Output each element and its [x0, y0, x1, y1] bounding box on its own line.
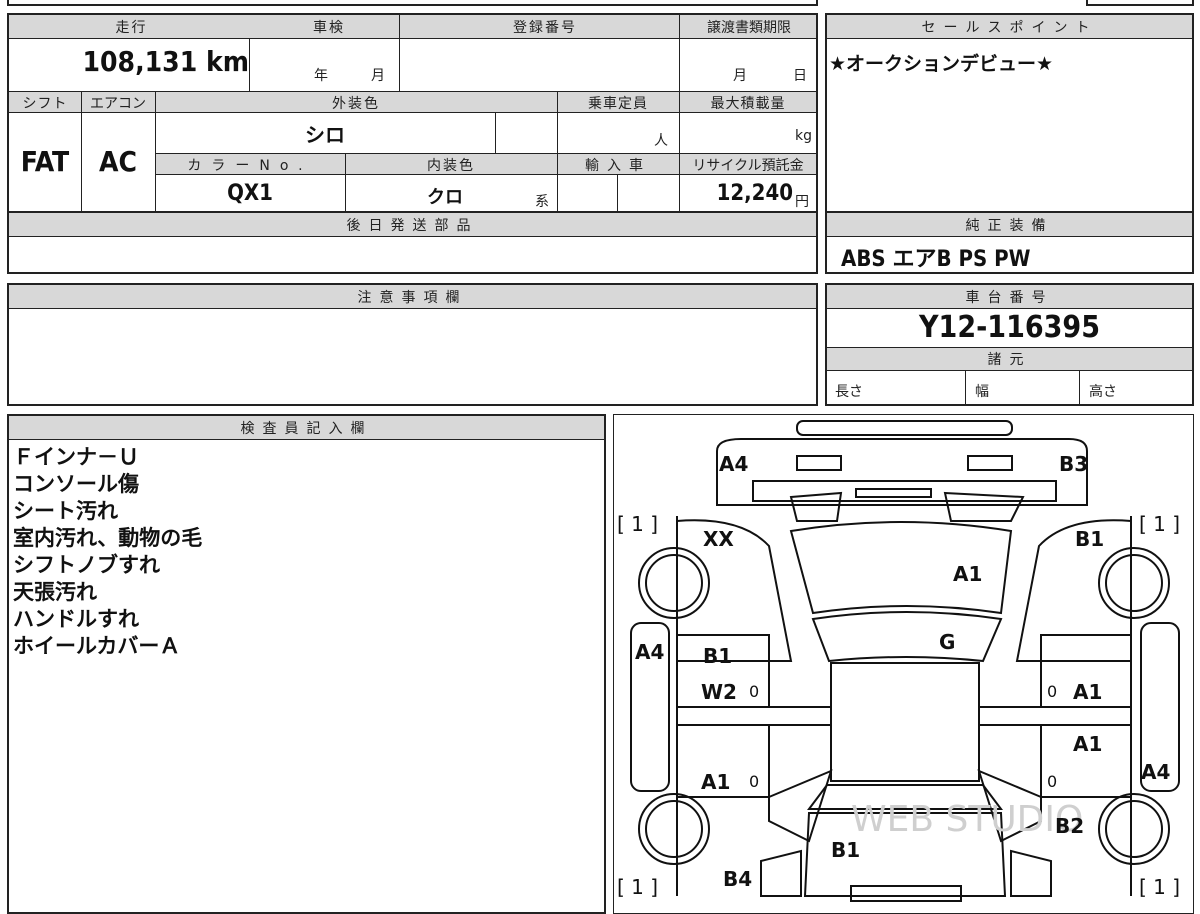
mark-fender-right: B1: [1075, 527, 1104, 551]
mark-windshield: G: [939, 630, 955, 654]
inspector-notes-header: 検査員記入欄: [240, 421, 373, 437]
spec-length: 長さ: [835, 384, 863, 400]
mark-front-left-corner: A4: [719, 452, 748, 476]
standard-equipment-value: ABS エアB PS PW: [841, 247, 1031, 272]
color-no-value: QX1: [227, 181, 273, 206]
import-car-header: 輸入車: [585, 158, 651, 174]
inspector-note: シート汚れ: [13, 499, 118, 523]
deadline-day-unit: 日: [793, 68, 807, 84]
deadline-month-unit: 月: [733, 68, 747, 84]
mark-front-door-left-2: W2: [701, 680, 737, 704]
mark-left-side: A4: [635, 640, 664, 664]
notes-block: 注意事項欄: [7, 283, 818, 406]
recycle-fee-header: リサイクル預託金: [692, 158, 804, 174]
spec-height: 高さ: [1089, 384, 1117, 400]
mark-front-right-corner: B3: [1059, 452, 1088, 476]
interior-suffix: 系: [535, 194, 549, 210]
capacity-header: 乗車定員: [588, 96, 648, 112]
capacity-unit: 人: [654, 133, 668, 149]
inspector-note: コンソール傷: [13, 472, 139, 496]
mark-rear-door-left: A1: [701, 770, 730, 794]
later-parts-header: 後日発送部品: [346, 218, 479, 234]
inspection-header: 車検: [313, 20, 345, 36]
tire-rear-right: [ 1 ]: [1139, 875, 1180, 899]
mark-rear-quarter-left: B4: [723, 867, 752, 891]
mark-right-side: A4: [1141, 760, 1170, 784]
car-diagram-svg: WEB STUDIO A4 B3 XX B1 A1 G A4 B1 W2 0 A…: [617, 420, 1180, 902]
zero-mark: 0: [1047, 682, 1057, 701]
chassis-block: 車台番号 Y12-116395 諸元 長さ 幅 高さ: [825, 283, 1194, 406]
mark-rear-gate: B1: [831, 838, 860, 862]
mark-front-door-left-1: B1: [703, 644, 732, 668]
aircon-value: AC: [99, 145, 137, 178]
tire-front-left: [ 1 ]: [617, 512, 658, 536]
inspector-note: 天張汚れ: [13, 580, 97, 604]
inspector-notes-list: Ｆインナ－Ｕ コンソール傷 シート汚れ 室内汚れ、動物の毛 シフトノブすれ 天張…: [13, 444, 202, 660]
chassis-header: 車台番号: [965, 290, 1054, 306]
standard-equipment-block: 純正装備 ABS エアB PS PW: [825, 211, 1194, 274]
color-no-header: カラーNo.: [187, 158, 313, 174]
inspector-note: ハンドルすれ: [13, 607, 139, 631]
mark-rear-quarter-right: B2: [1055, 814, 1084, 838]
mileage-header: 走行: [115, 20, 148, 36]
inspector-note: 室内汚れ、動物の毛: [13, 526, 203, 550]
shift-value: FAT: [20, 145, 70, 178]
exterior-color-value: シロ: [305, 123, 345, 147]
mileage-value: 108,131 km: [82, 45, 250, 78]
inspection-year-unit: 年: [314, 68, 328, 84]
recycle-fee-value: 12,240: [716, 181, 793, 206]
registration-header: 登録番号: [513, 20, 577, 36]
sales-point-text: ★オークションデビュー★: [829, 53, 1054, 75]
spec-width: 幅: [975, 384, 989, 400]
inspector-note: シフトノブすれ: [13, 553, 160, 577]
inspector-note: Ｆインナ－Ｕ: [13, 445, 139, 469]
recycle-unit: 円: [795, 194, 809, 210]
interior-color-header: 内装色: [427, 158, 475, 174]
zero-mark: 0: [749, 682, 759, 701]
mark-rear-door-right: A1: [1073, 732, 1102, 756]
max-load-header: 最大積載量: [710, 96, 786, 112]
mark-hood: A1: [953, 562, 982, 586]
inspector-notes-block: 検査員記入欄 Ｆインナ－Ｕ コンソール傷 シート汚れ 室内汚れ、動物の毛 シフト…: [7, 414, 606, 914]
shift-header: シフト: [22, 96, 68, 112]
tire-rear-left: [ 1 ]: [617, 875, 658, 899]
sales-point-block: セールスポイント ★オークションデビュー★: [825, 13, 1194, 213]
exterior-color-header: 外装色: [332, 96, 380, 112]
notes-header: 注意事項欄: [357, 290, 468, 306]
vehicle-info-block: 走行 車検 登録番号 譲渡書類期限 108,131 km 年 月 月 日 シフト…: [7, 13, 818, 213]
mark-front-door-right: A1: [1073, 680, 1102, 704]
later-parts-block: 後日発送部品: [7, 211, 818, 274]
chassis-value: Y12-116395: [919, 310, 1100, 345]
load-unit: kg: [795, 128, 812, 144]
watermark-text: WEB STUDIO: [851, 799, 1083, 840]
mark-fender-left: XX: [703, 527, 734, 551]
damage-diagram: WEB STUDIO A4 B3 XX B1 A1 G A4 B1 W2 0 A…: [613, 414, 1194, 914]
top-strip-right: [1086, 0, 1194, 6]
interior-color-value: クロ: [427, 187, 463, 208]
zero-mark: 0: [1047, 772, 1057, 791]
zero-mark: 0: [749, 772, 759, 791]
inspector-note: ホイールカバーＡ: [13, 634, 181, 658]
specs-header: 諸元: [987, 352, 1032, 368]
deadline-header: 譲渡書類期限: [707, 20, 791, 36]
standard-equipment-header: 純正装備: [965, 218, 1054, 234]
tire-front-right: [ 1 ]: [1139, 512, 1180, 536]
inspection-month-unit: 月: [371, 68, 385, 84]
sales-point-header: セールスポイント: [921, 20, 1098, 36]
aircon-header: エアコン: [90, 96, 146, 112]
top-strip: [7, 0, 818, 6]
